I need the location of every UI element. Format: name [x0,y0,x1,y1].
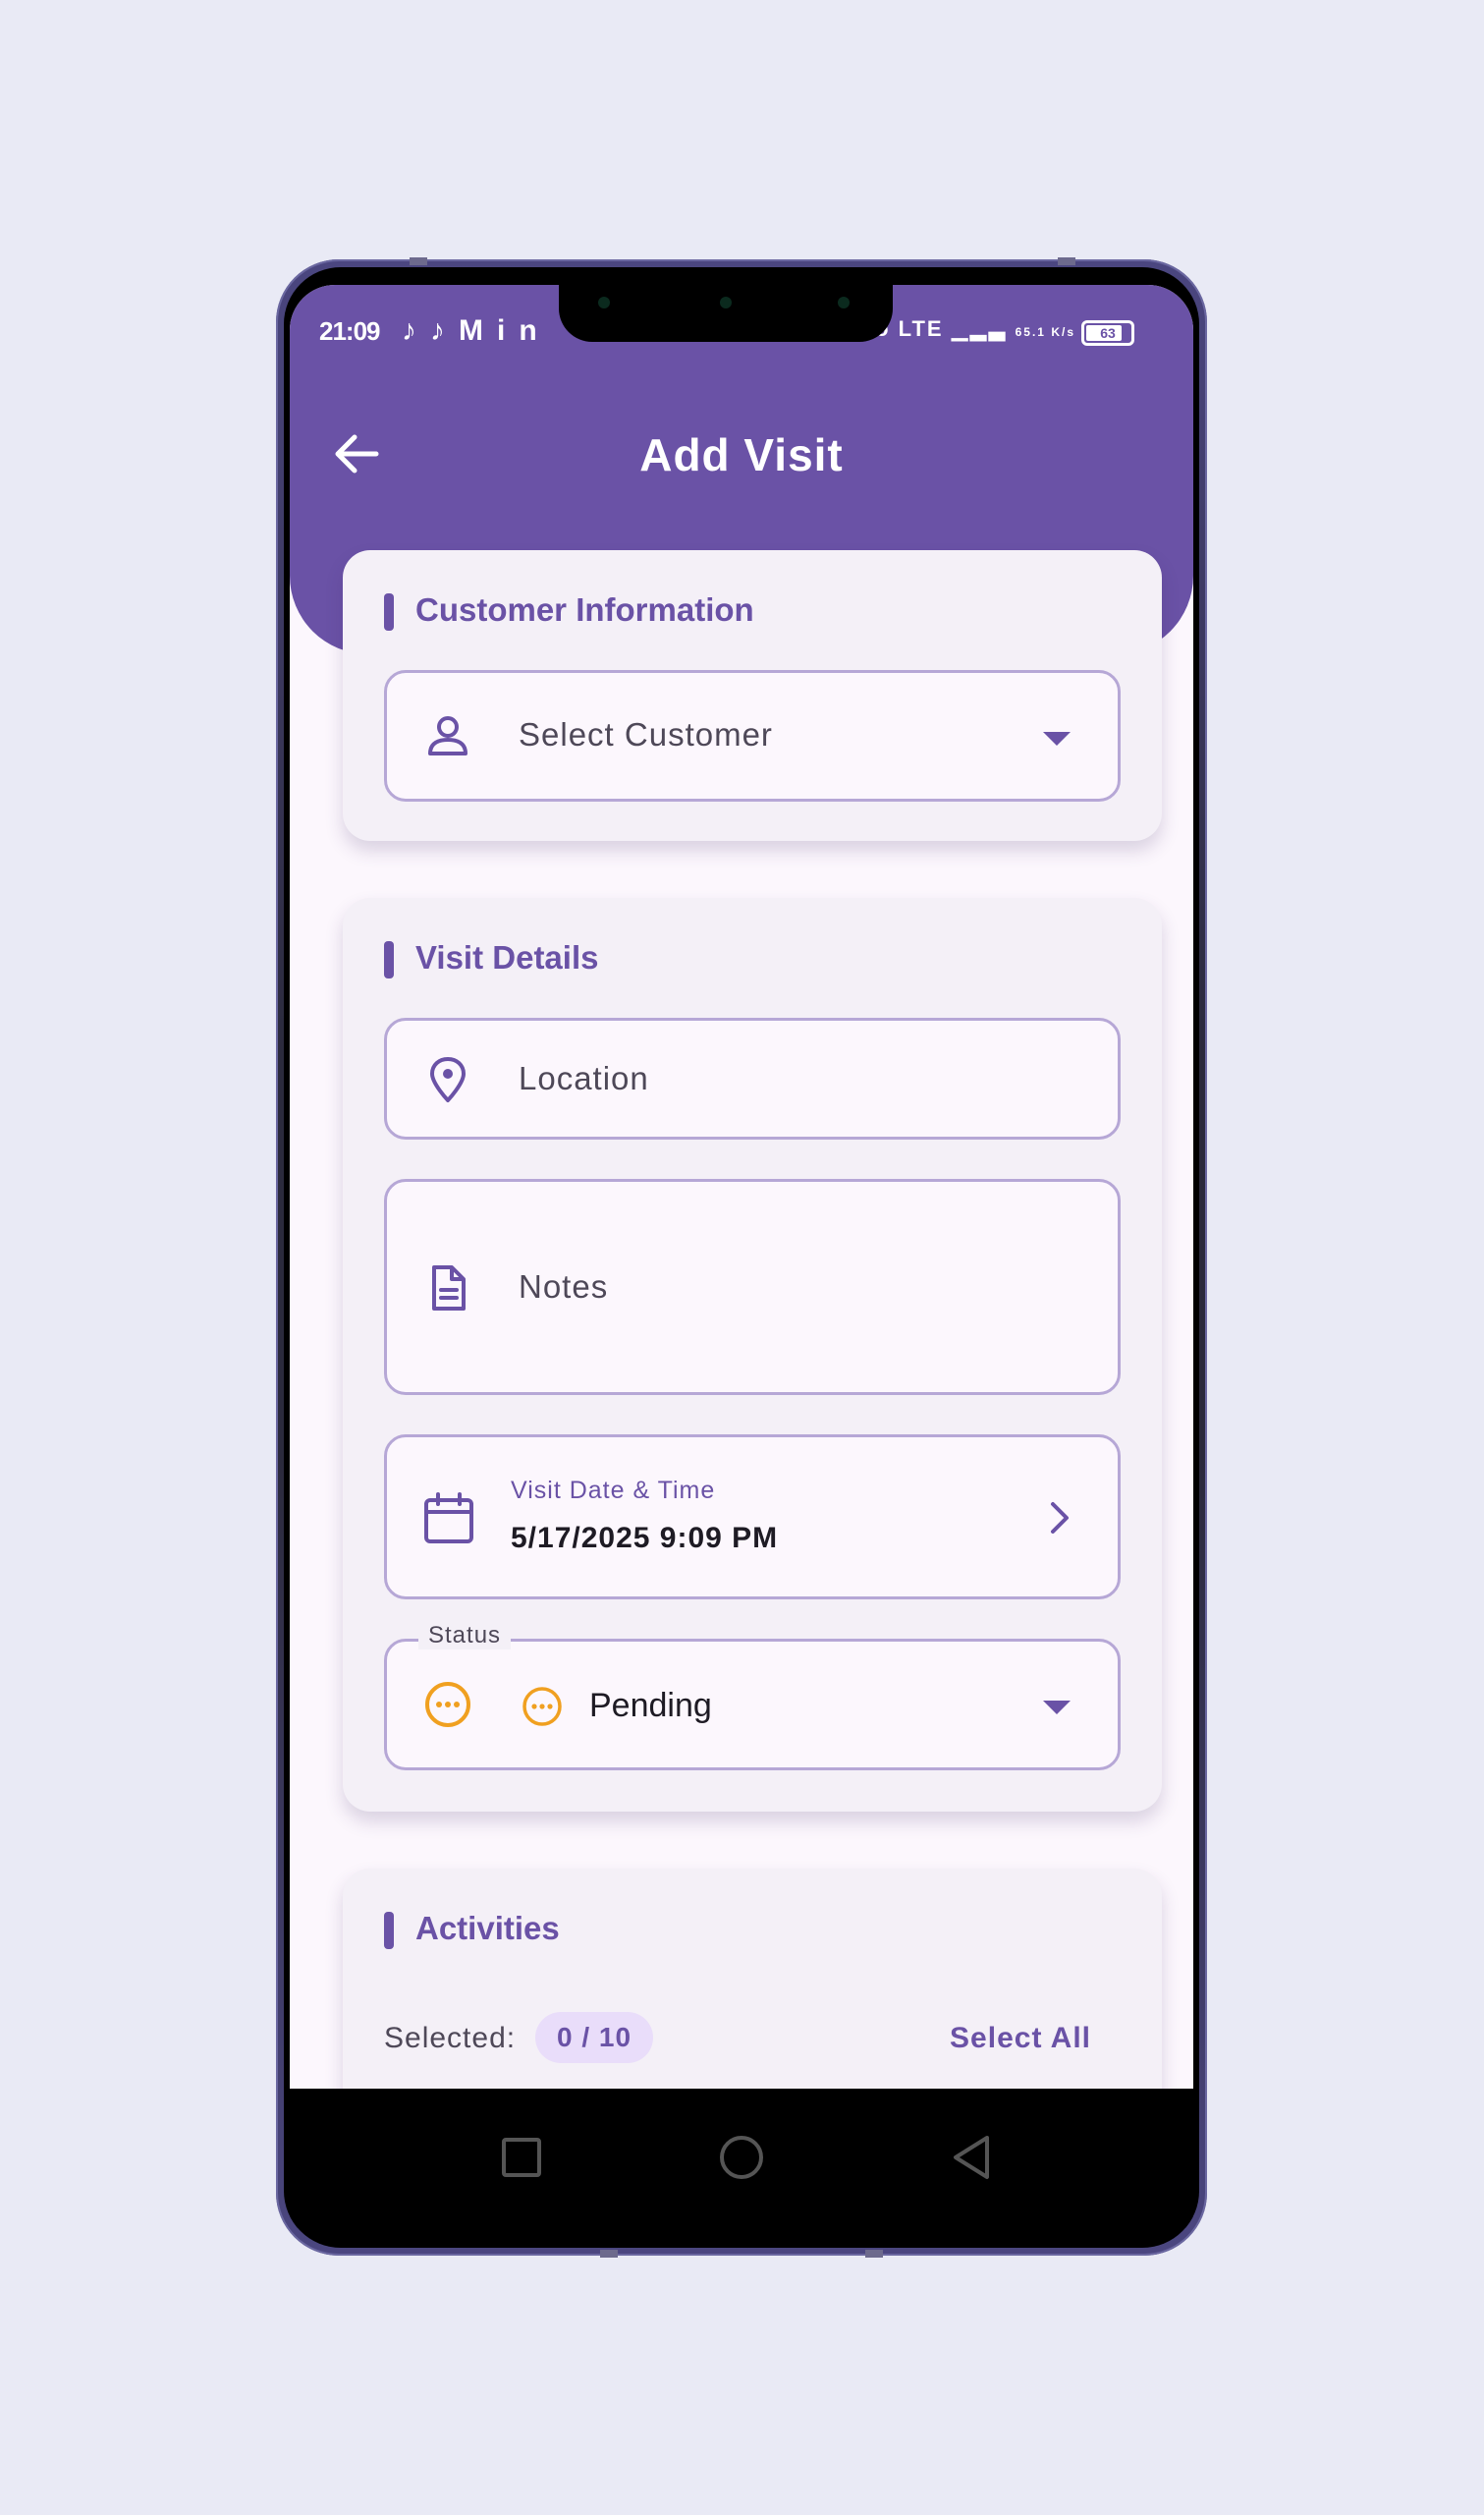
network-speed: 65.1 K/s [1015,325,1075,339]
visit-datetime-picker[interactable]: Visit Date & Time 5/17/2025 9:09 PM [384,1434,1121,1599]
linkedin-icon: in [497,314,551,347]
notes-input[interactable]: Notes [384,1179,1121,1395]
home-button[interactable] [712,2128,771,2187]
pending-icon [522,1687,562,1726]
select-customer-placeholder: Select Customer [519,716,773,753]
select-all-button[interactable]: Select All [950,2022,1091,2055]
back-nav-button[interactable] [942,2128,1001,2187]
activities-card-title: Activities [384,1910,560,1949]
camera-dot [720,297,732,308]
activities-card: Activities Selected: 0 / 10 Select All [343,1869,1162,2089]
phone-frame: 21:09 ♪♪Min ◠ ▁▂▃ Vo LTE ▁▂▃ 65.1 K/s 63 [276,257,1207,2258]
visit-card-title: Visit Details [384,939,598,978]
signal-icon: ▁▂▃ [951,316,1008,341]
phone-edge-mark [865,2250,883,2258]
battery-level: 63 [1100,325,1116,341]
camera-notch [559,285,893,342]
status-time: 21:09 [319,316,380,346]
selected-label: Selected: [384,2022,517,2054]
phone-bezel: 21:09 ♪♪Min ◠ ▁▂▃ Vo LTE ▁▂▃ 65.1 K/s 63 [284,267,1199,2248]
app-bar: Add Visit [290,403,1193,501]
select-customer-dropdown[interactable]: Select Customer [384,670,1121,802]
visit-datetime-value: 5/17/2025 9:09 PM [511,1522,779,1554]
chevron-down-icon [1043,1701,1071,1714]
system-navigation-bar [290,2089,1193,2228]
tiktok-icon: ♪ [430,314,459,347]
sensor-dot [598,297,610,308]
chevron-right-icon [1051,1502,1069,1534]
notification-icons: ♪♪Min [402,314,551,348]
notes-placeholder: Notes [519,1268,609,1305]
status-value: Pending [589,1687,712,1724]
battery-icon: 63 [1081,320,1134,346]
app-screen: 21:09 ♪♪Min ◠ ▁▂▃ Vo LTE ▁▂▃ 65.1 K/s 63 [290,285,1193,2089]
page-title: Add Visit [639,429,844,480]
status-legend: Status [418,1622,512,1649]
visit-datetime-label: Visit Date & Time [511,1477,716,1504]
selected-count-badge: 0 / 10 [535,2012,654,2063]
phone-edge-mark [410,257,427,265]
gmail-icon: M [459,314,497,347]
recent-apps-button[interactable] [492,2128,551,2187]
chevron-down-icon [1043,732,1071,746]
location-input[interactable]: Location [384,1018,1121,1140]
customer-card-title: Customer Information [384,591,754,631]
location-placeholder: Location [519,1060,649,1096]
sensor-dot [838,297,850,308]
location-pin-icon [430,1057,466,1102]
calendar-icon [424,1492,473,1543]
status-dropdown[interactable]: Status Pending [384,1622,1121,1770]
tiktok-icon: ♪ [402,314,430,347]
person-icon [428,716,467,755]
document-icon [432,1265,466,1311]
customer-information-card: Customer Information Select Customer [343,550,1162,841]
phone-edge-mark [1058,257,1075,265]
visit-details-card: Visit Details Location Notes Visit Date … [343,898,1162,1812]
pending-icon [425,1682,470,1727]
phone-edge-mark [600,2250,618,2258]
